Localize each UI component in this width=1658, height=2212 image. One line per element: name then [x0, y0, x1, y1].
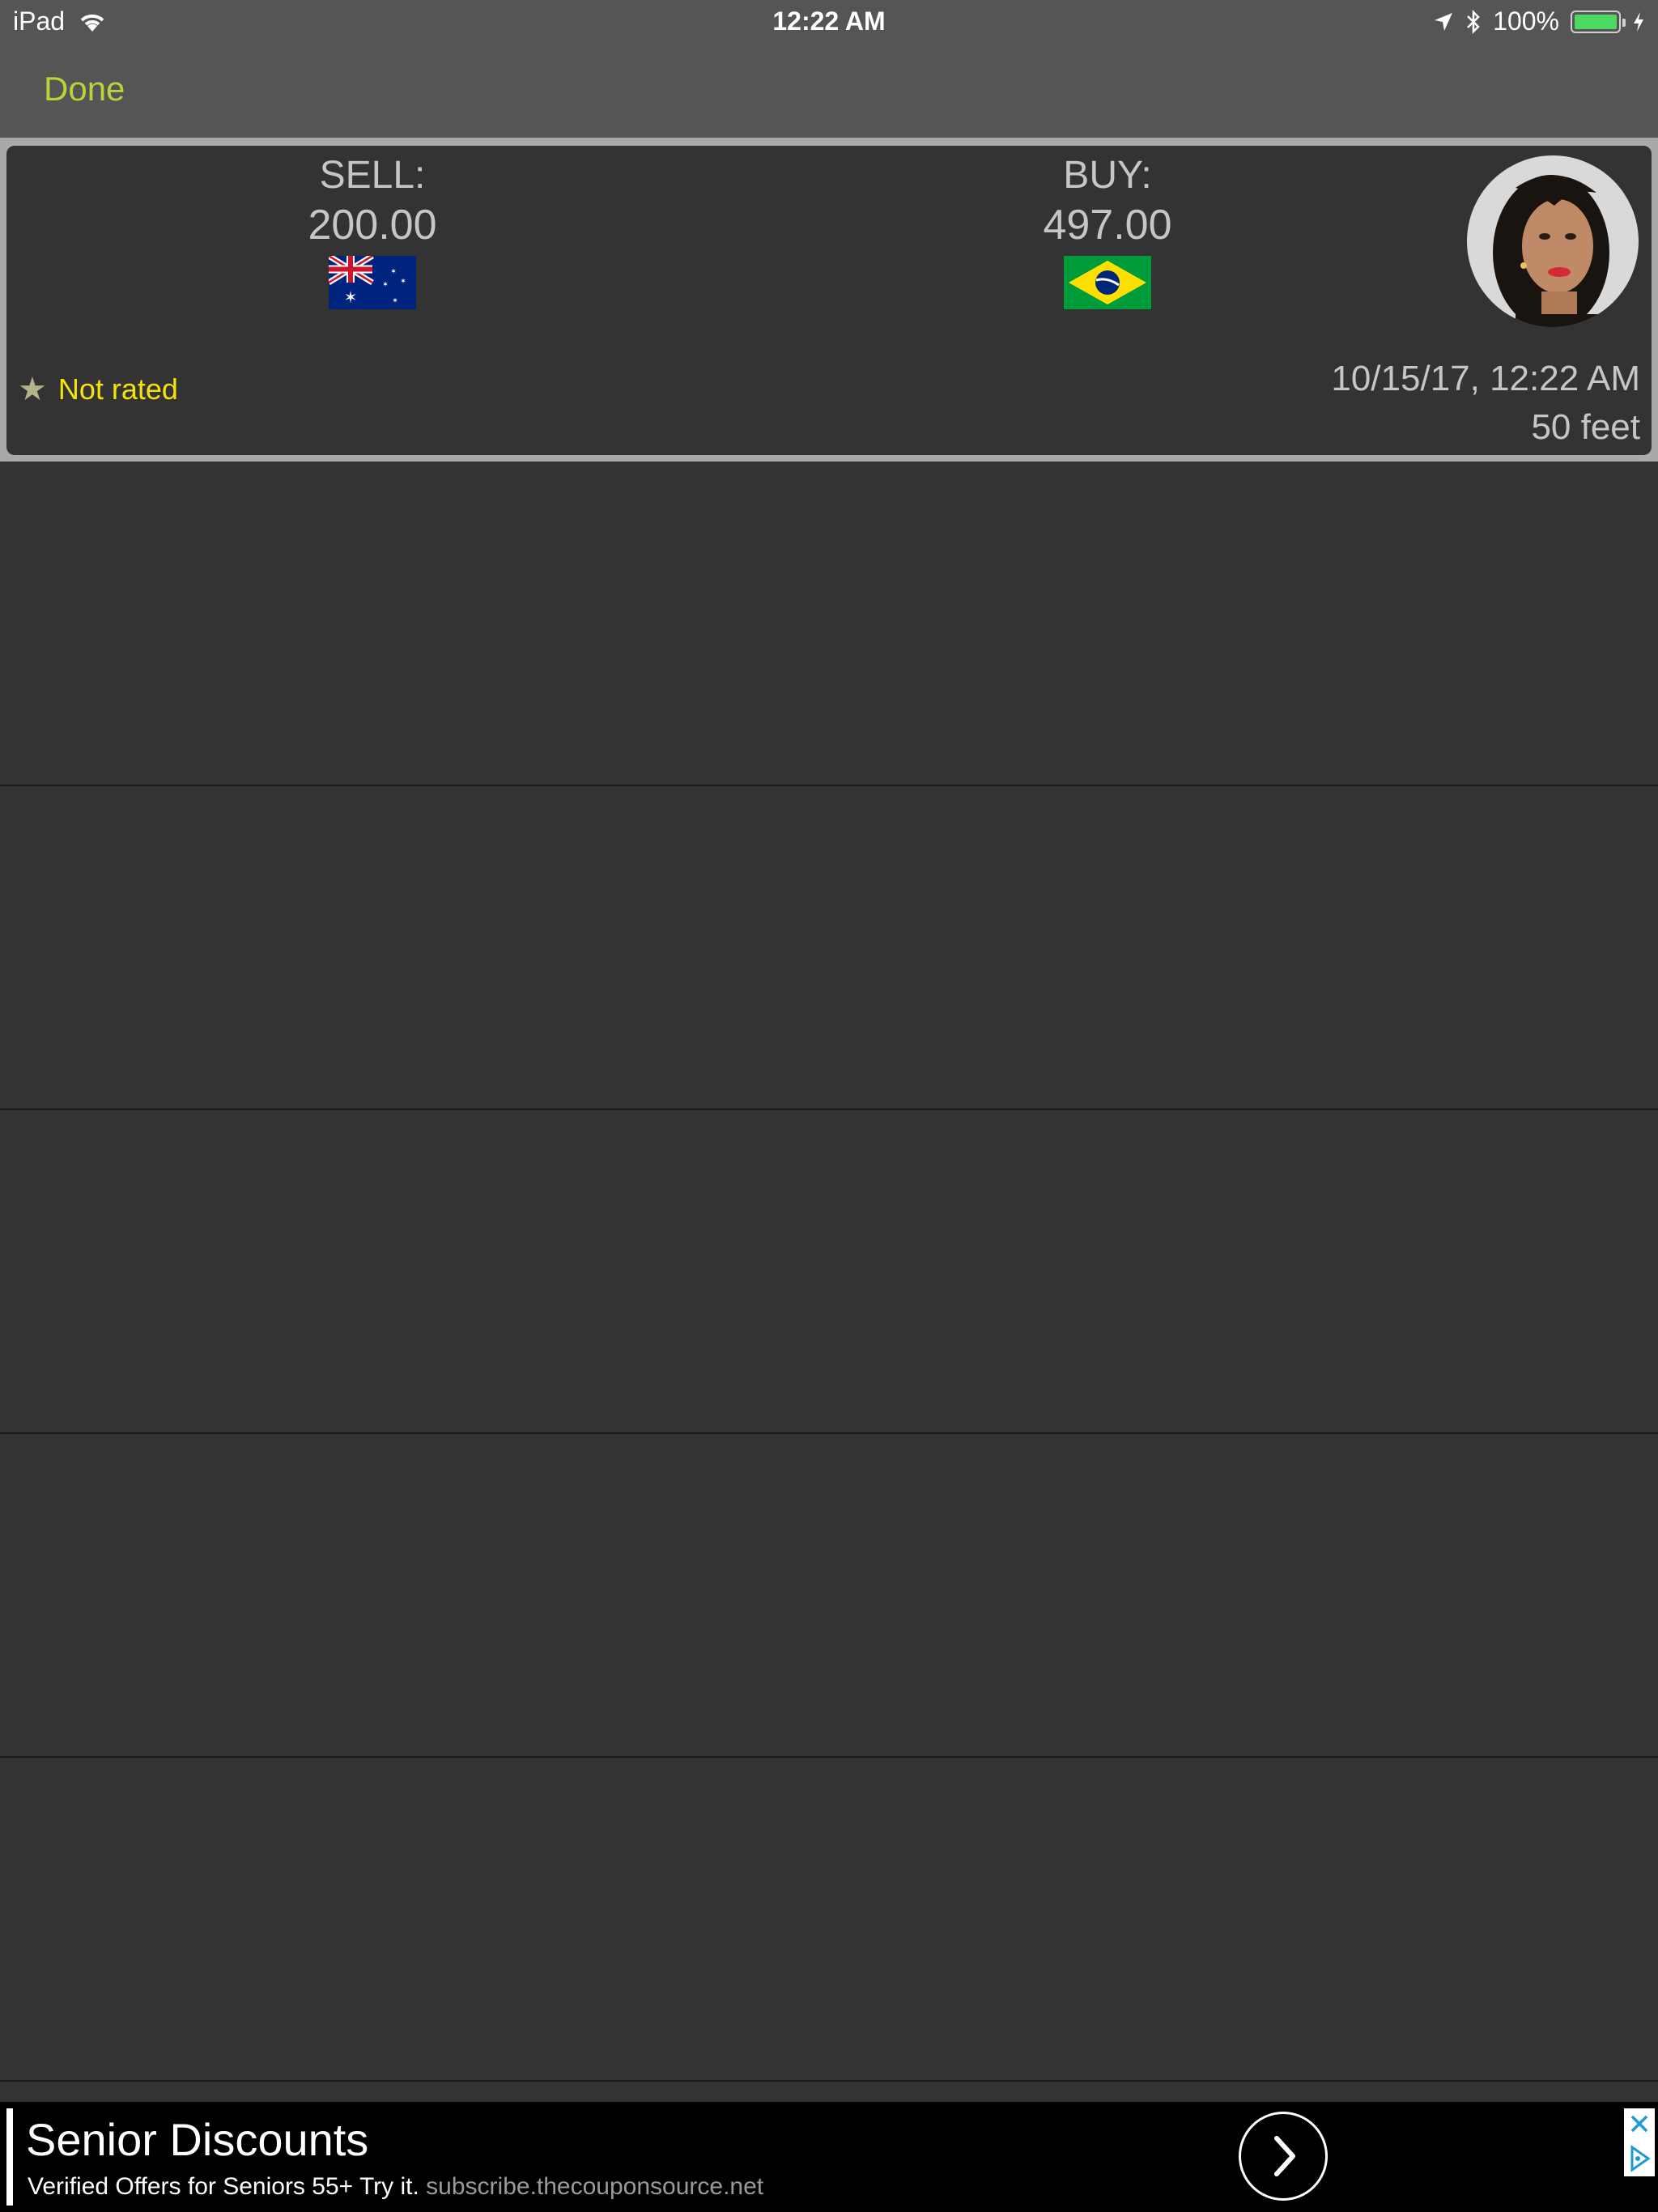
row-separator — [0, 1108, 1658, 1110]
battery-percent: 100% — [1493, 6, 1559, 36]
brazil-flag-icon — [1064, 256, 1151, 309]
buy-label: BUY: — [1063, 154, 1152, 197]
buy-amount: 497.00 — [1043, 202, 1172, 249]
avatar-photo — [1467, 155, 1639, 327]
ad-title[interactable]: Senior Discounts — [26, 2112, 368, 2168]
row-separator — [0, 785, 1658, 786]
sell-column: SELL: 200.00 ✶ ✶ ✶ ✶ ✶ — [251, 146, 494, 309]
sell-amount: 200.00 — [308, 202, 437, 249]
ad-close-icon[interactable] — [1624, 2108, 1655, 2141]
svg-text:✶: ✶ — [390, 268, 397, 276]
charging-bolt-icon — [1634, 11, 1643, 32]
trade-datetime: 10/15/17, 12:22 AM — [1331, 359, 1640, 398]
user-avatar[interactable] — [1467, 155, 1639, 327]
ad-banner[interactable]: Senior Discounts Verified Offers for Sen… — [0, 2102, 1658, 2212]
adchoices-icon[interactable] — [1624, 2142, 1655, 2175]
svg-text:✶: ✶ — [392, 297, 398, 305]
battery-icon — [1571, 10, 1626, 33]
row-separator — [0, 1432, 1658, 1434]
screen: iPad 12:22 AM 100% Done SELL: 200.00 ✶ ✶… — [0, 0, 1658, 2212]
ad-open-button[interactable] — [1239, 2112, 1328, 2201]
location-arrow-icon — [1435, 12, 1453, 31]
nav-bar: Done — [0, 44, 1658, 138]
ad-subtitle-text: Verified Offers for Seniors 55+ Try it. — [28, 2173, 419, 2200]
svg-text:✶: ✶ — [344, 287, 358, 307]
rating: ★ Not rated — [18, 372, 178, 406]
svg-text:✶: ✶ — [382, 281, 389, 289]
chevron-right-icon — [1274, 2136, 1295, 2176]
australia-flag-icon: ✶ ✶ ✶ ✶ ✶ — [329, 256, 416, 309]
status-time: 12:22 AM — [772, 6, 886, 36]
trade-distance: 50 feet — [1531, 407, 1640, 447]
row-separator — [0, 1756, 1658, 1758]
star-icon: ★ — [18, 372, 47, 407]
buy-column: BUY: 497.00 — [986, 146, 1229, 309]
battery-level — [1575, 14, 1617, 29]
svg-text:✶: ✶ — [400, 278, 406, 286]
sell-label: SELL: — [319, 154, 426, 197]
trade-card-row[interactable]: SELL: 200.00 ✶ ✶ ✶ ✶ ✶ BUY: 497.00 ★ Not… — [0, 138, 1658, 462]
ad-subtitle[interactable]: Verified Offers for Seniors 55+ Try it. … — [28, 2170, 763, 2204]
bluetooth-icon — [1467, 9, 1480, 34]
status-right: 100% — [1433, 6, 1645, 36]
trade-meta: 10/15/17, 12:22 AM 50 feet — [1331, 355, 1640, 452]
ad-url: subscribe.thecouponsource.net — [426, 2173, 764, 2200]
ad-choices[interactable] — [1624, 2108, 1655, 2176]
trade-card[interactable]: SELL: 200.00 ✶ ✶ ✶ ✶ ✶ BUY: 497.00 ★ Not… — [6, 146, 1652, 455]
ad-stripe — [6, 2108, 13, 2206]
status-bar: iPad 12:22 AM 100% — [0, 0, 1658, 44]
rating-text: Not rated — [57, 372, 178, 406]
row-separator — [0, 2080, 1658, 2082]
done-button[interactable]: Done — [44, 70, 125, 108]
